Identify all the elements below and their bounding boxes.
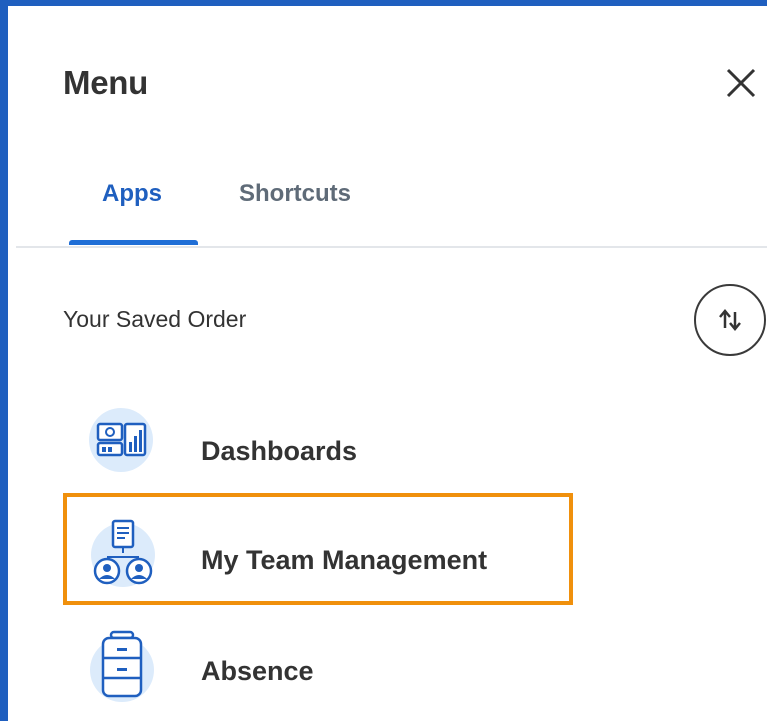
sort-arrows-icon xyxy=(719,309,741,331)
app-item-absence[interactable]: Absence xyxy=(63,606,573,718)
active-tab-indicator xyxy=(69,240,198,245)
team-management-icon xyxy=(91,519,155,587)
app-label-dashboards: Dashboards xyxy=(201,436,358,466)
app-item-dashboards[interactable]: Dashboards xyxy=(63,384,573,496)
menu-panel: Menu Apps Shortcuts Your Saved Order Das… xyxy=(0,0,767,721)
dashboards-icon xyxy=(89,408,153,472)
close-icon[interactable] xyxy=(722,64,760,102)
tab-divider xyxy=(16,246,767,248)
saved-order-label: Your Saved Order xyxy=(63,306,247,332)
app-label-absence: Absence xyxy=(201,656,314,686)
tab-shortcuts[interactable]: Shortcuts xyxy=(239,180,351,208)
sort-order-button[interactable] xyxy=(694,284,766,356)
app-item-my-team-management[interactable]: My Team Management xyxy=(63,493,573,605)
absence-icon xyxy=(90,630,154,702)
app-label-my-team-management: My Team Management xyxy=(201,545,488,575)
menu-title: Menu xyxy=(63,64,148,101)
tab-apps[interactable]: Apps xyxy=(102,180,162,208)
